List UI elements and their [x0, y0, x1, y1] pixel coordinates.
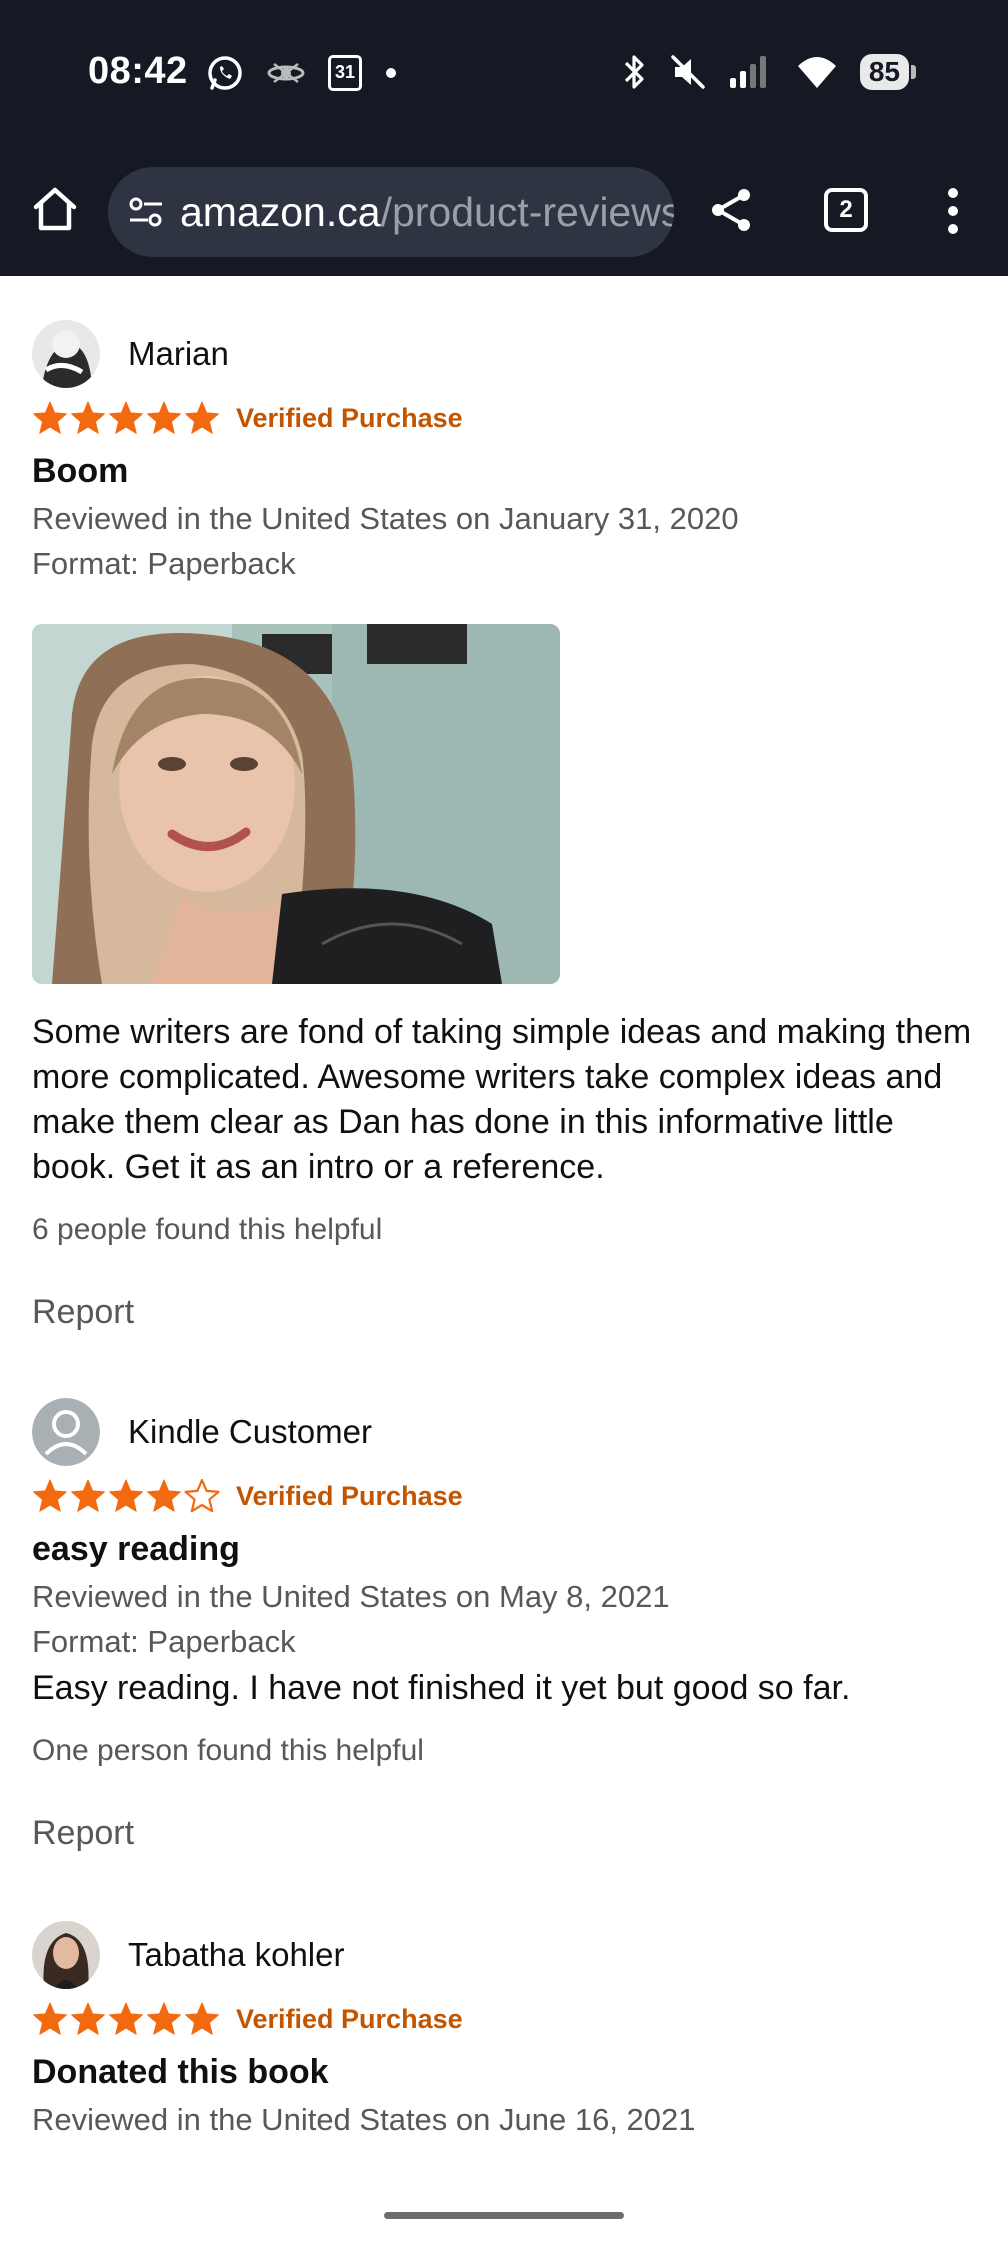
star-rating[interactable]	[32, 400, 220, 436]
review-body: Some writers are fond of taking simple i…	[32, 1013, 972, 1186]
star-filled-icon	[185, 2002, 219, 2035]
reviews-list: Marian Verified Purchase Boom Reviewed i…	[0, 276, 1008, 2142]
review-title[interactable]: Boom	[32, 448, 976, 494]
star-filled-icon	[109, 2002, 143, 2035]
reviewer-row: Kindle Customer	[32, 1396, 976, 1468]
tab-switcher-button[interactable]: 2	[824, 188, 868, 232]
blinkist-icon	[267, 63, 305, 83]
review-title[interactable]: Donated this book	[32, 2049, 976, 2095]
home-icon[interactable]	[30, 184, 80, 234]
gesture-nav-bar[interactable]	[384, 2212, 624, 2219]
review-photo[interactable]	[32, 624, 560, 984]
url-path: /product-reviews	[380, 188, 674, 235]
star-rating[interactable]	[32, 2001, 220, 2037]
dot-icon	[386, 68, 396, 78]
review-body: Easy reading. I have not finished it yet…	[32, 1669, 851, 1707]
reviewer-row: Tabatha kohler	[32, 1919, 976, 1991]
star-filled-icon	[147, 1479, 181, 1512]
url-text[interactable]: amazon.ca/product-reviews	[180, 189, 674, 236]
browser-toolbar: amazon.ca/product-reviews 2	[0, 148, 1008, 276]
url-domain: amazon.ca	[180, 188, 381, 235]
address-bar[interactable]: amazon.ca/product-reviews	[108, 167, 674, 257]
calendar-icon: 31	[328, 55, 362, 91]
helpful-count: One person found this helpful	[32, 1734, 424, 1767]
report-link[interactable]: Report	[32, 1811, 976, 1855]
notification-icons: 31	[206, 54, 398, 92]
status-time: 08:42	[88, 50, 188, 92]
battery-indicator: 85	[859, 54, 916, 90]
helpful-count: 6 people found this helpful	[32, 1213, 383, 1246]
star-empty-icon	[184, 1478, 220, 1513]
rating-row: Verified Purchase	[32, 1476, 976, 1516]
reviewer-row: Marian	[32, 318, 976, 390]
review-card: Marian Verified Purchase Boom Reviewed i…	[0, 276, 1008, 1334]
whatsapp-icon	[208, 56, 242, 90]
default-avatar-icon	[32, 1398, 100, 1466]
reviewer-name[interactable]: Tabatha kohler	[128, 1936, 344, 1974]
signal-icon	[729, 56, 766, 88]
review-card: Kindle Customer Verified Purchase easy r…	[0, 1334, 1008, 1855]
wifi-icon	[797, 57, 836, 88]
star-filled-icon	[71, 401, 105, 434]
calendar-day: 31	[334, 62, 356, 82]
star-filled-icon	[33, 2002, 67, 2035]
star-filled-icon	[71, 1479, 105, 1512]
review-title[interactable]: easy reading	[32, 1526, 976, 1572]
star-filled-icon	[147, 2002, 181, 2035]
review-card: Tabatha kohler Verified Purchase Donated…	[0, 1855, 1008, 2142]
avatar-image	[32, 320, 100, 388]
reviewer-name[interactable]: Marian	[128, 335, 229, 373]
star-filled-icon	[109, 401, 143, 434]
verified-purchase-badge[interactable]: Verified Purchase	[236, 1481, 463, 1512]
status-bar: 08:42 31 85	[0, 0, 1008, 148]
rating-row: Verified Purchase	[32, 1999, 976, 2039]
avatar[interactable]	[32, 1921, 100, 1989]
battery-level: 85	[859, 54, 909, 90]
star-filled-icon	[33, 1479, 67, 1512]
star-filled-icon	[147, 401, 181, 434]
bluetooth-icon	[624, 55, 644, 89]
reviewer-name[interactable]: Kindle Customer	[128, 1413, 372, 1451]
battery-tip	[911, 65, 916, 79]
star-filled-icon	[109, 1479, 143, 1512]
avatar[interactable]	[32, 320, 100, 388]
review-photo-image	[32, 624, 560, 984]
verified-purchase-badge[interactable]: Verified Purchase	[236, 2004, 463, 2035]
review-format[interactable]: Format: Paperback	[32, 541, 976, 586]
share-icon[interactable]	[708, 186, 756, 234]
star-filled-icon	[185, 401, 219, 434]
review-format[interactable]: Format: Paperback	[32, 1619, 976, 1664]
report-link[interactable]: Report	[32, 1290, 976, 1334]
star-filled-icon	[71, 2002, 105, 2035]
star-filled-icon	[33, 401, 67, 434]
review-date: Reviewed in the United States on May 8, …	[32, 1579, 670, 1614]
review-date: Reviewed in the United States on January…	[32, 501, 739, 536]
avatar[interactable]	[32, 1398, 100, 1466]
site-settings-icon[interactable]	[126, 192, 166, 232]
avatar-image	[32, 1921, 100, 1989]
review-date: Reviewed in the United States on June 16…	[32, 2102, 696, 2137]
rating-row: Verified Purchase	[32, 398, 976, 438]
system-icons: 85	[622, 52, 916, 92]
mute-icon	[671, 55, 705, 89]
verified-purchase-badge[interactable]: Verified Purchase	[236, 403, 463, 434]
more-options-icon[interactable]	[946, 186, 960, 236]
star-rating[interactable]	[32, 1478, 220, 1514]
